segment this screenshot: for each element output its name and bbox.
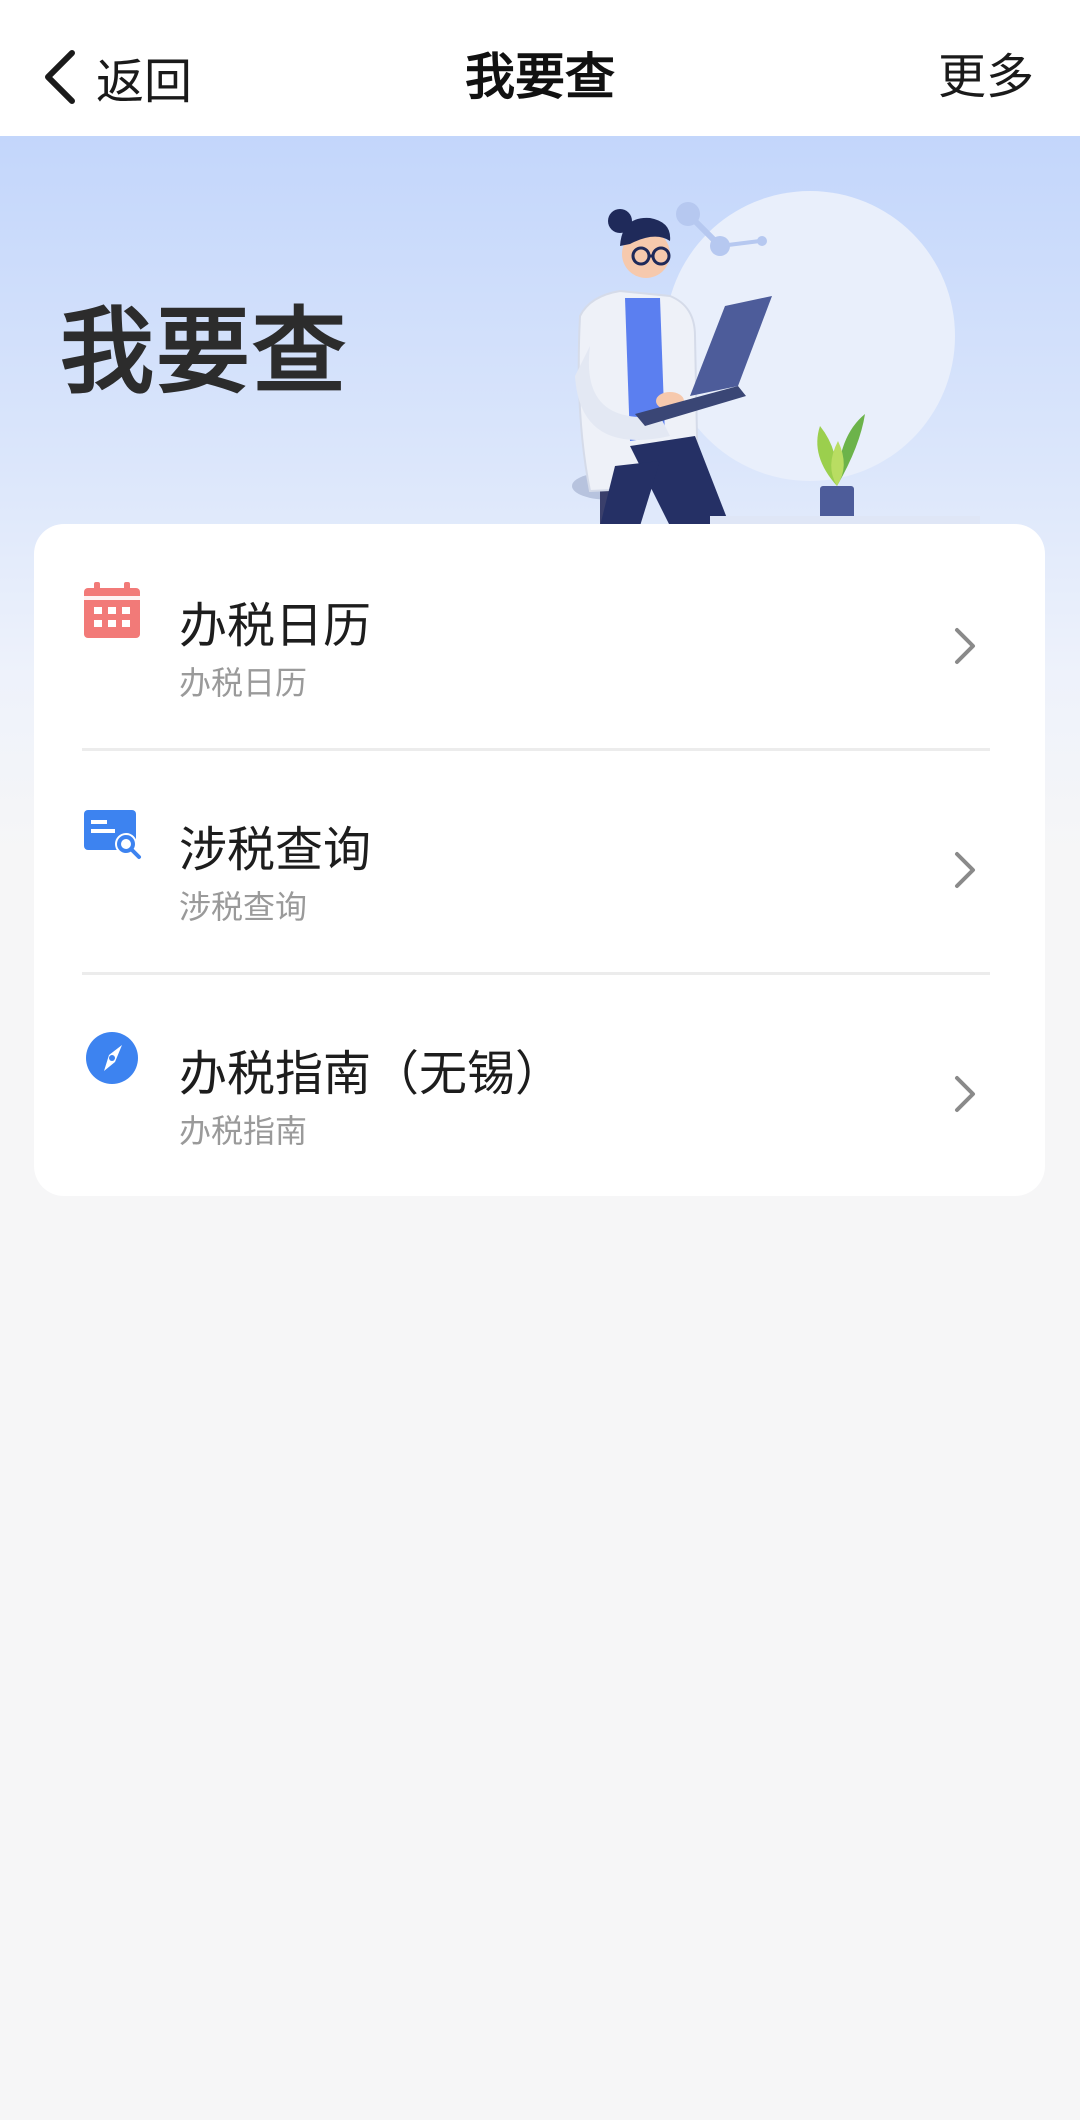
menu-item-title: 涉税查询	[179, 822, 372, 878]
menu-card: 办税日历 办税日历 涉税查询 涉税查询 办税指南（无锡） 办税指南	[34, 524, 1045, 1196]
menu-item-subtitle: 涉税查询	[179, 888, 308, 926]
page-title: 我要查	[465, 48, 615, 106]
chevron-right-icon	[955, 628, 975, 664]
menu-item-title: 办税日历	[179, 598, 372, 654]
calendar-icon	[84, 582, 140, 638]
menu-item-tax-query[interactable]: 涉税查询 涉税查询	[34, 748, 1045, 972]
banner-title: 我要查	[60, 298, 349, 407]
menu-item-subtitle: 办税指南	[179, 1112, 308, 1150]
search-card-icon	[84, 810, 141, 859]
chevron-right-icon	[955, 852, 975, 888]
more-button[interactable]: 更多	[938, 42, 1034, 112]
menu-item-title: 办税指南（无锡）	[179, 1046, 564, 1102]
nav-bar: 返回 我要查 更多	[0, 0, 1080, 136]
person-with-laptop-illustration	[572, 191, 980, 526]
chevron-right-icon	[955, 1076, 975, 1112]
compass-icon	[86, 1032, 138, 1084]
menu-item-tax-guide[interactable]: 办税指南（无锡） 办税指南	[34, 972, 1045, 1196]
menu-item-subtitle: 办税日历	[179, 664, 308, 702]
menu-item-tax-calendar[interactable]: 办税日历 办税日历	[34, 524, 1045, 748]
